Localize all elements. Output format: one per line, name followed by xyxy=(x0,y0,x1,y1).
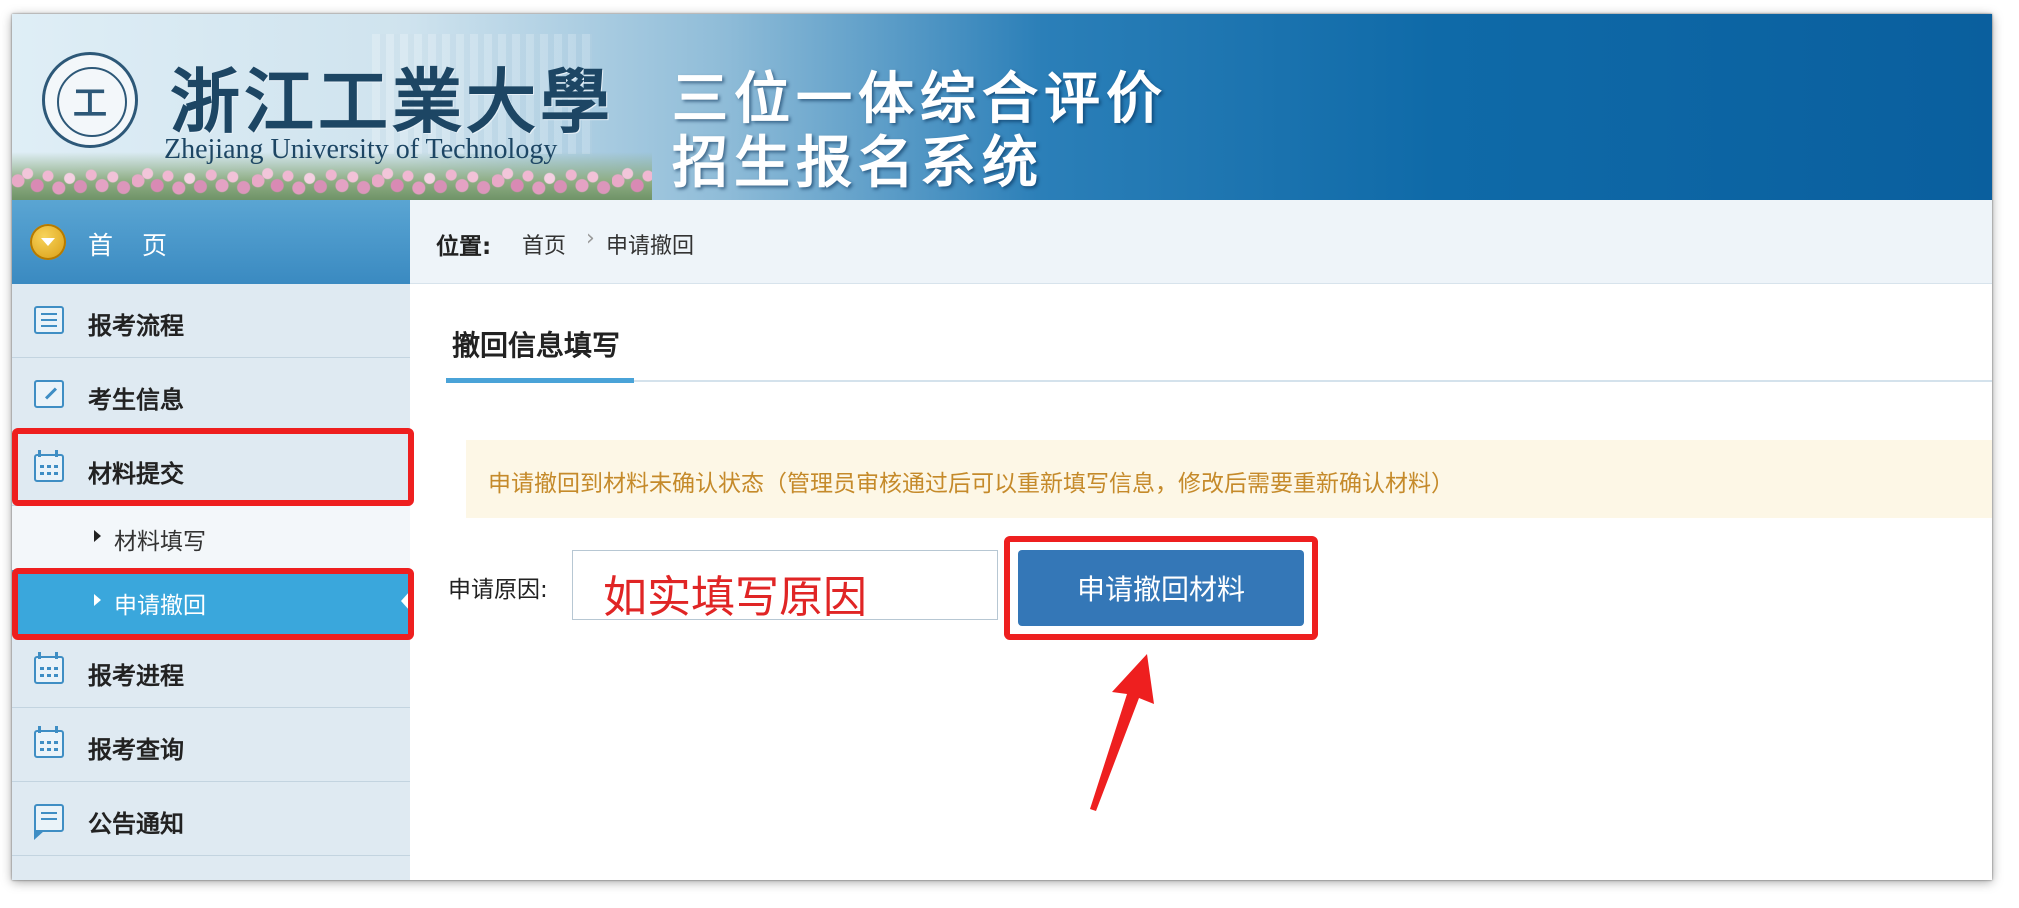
highlight-box-submit xyxy=(1004,536,1318,640)
breadcrumb-label: 位置: xyxy=(436,234,492,260)
home-dropdown-icon xyxy=(30,224,66,260)
system-title-line2: 招生报名系统 xyxy=(672,130,1044,196)
sidebar-item-progress[interactable]: 报考进程 xyxy=(12,634,410,708)
sidebar-item-candidate-info[interactable]: 考生信息 xyxy=(12,358,410,432)
university-name-cn: 浙江工業大學 xyxy=(170,60,614,143)
sidebar-item-notices[interactable]: 公告通知 xyxy=(12,782,410,856)
section-divider xyxy=(446,380,1992,382)
sidebar-item-process[interactable]: 报考流程 xyxy=(12,284,410,358)
sidebar-item-label: 考生信息 xyxy=(88,386,184,414)
list-icon xyxy=(34,306,64,334)
screenshot-frame: 工 浙江工業大學 Zhejiang University of Technolo… xyxy=(12,14,1992,880)
university-seal-logo: 工 xyxy=(42,52,138,148)
highlight-box-material-submit xyxy=(12,428,414,506)
sidebar-item-query[interactable]: 报考查询 xyxy=(12,708,410,782)
sidebar-subitem-fill-material[interactable]: 材料填写 xyxy=(12,506,410,570)
annotation-arrow-icon xyxy=(1090,654,1154,811)
sidebar-home-label: 首 页 xyxy=(88,231,170,260)
section-title: 撤回信息填写 xyxy=(452,329,621,362)
breadcrumb: 位置: 首页 › 申请撤回 xyxy=(410,200,1992,284)
notice-banner: 申请撤回到材料未确认状态（管理员审核通过后可以重新填写信息，修改后需要重新确认材… xyxy=(466,440,1992,518)
edit-icon xyxy=(34,380,64,408)
sidebar: 首 页 报考流程 考生信息 材料提交 材料填写 申请撤回 报考进程 报考查询 公… xyxy=(12,200,410,880)
reason-annotation-text: 如实填写原因 xyxy=(603,572,867,623)
highlight-box-withdraw xyxy=(12,568,414,640)
reason-input[interactable]: 如实填写原因 xyxy=(572,550,998,623)
calendar-icon xyxy=(34,652,64,684)
sidebar-item-label: 报考进程 xyxy=(88,662,184,690)
breadcrumb-separator-icon: › xyxy=(586,226,595,251)
calendar-icon xyxy=(34,726,64,758)
sidebar-home[interactable]: 首 页 xyxy=(12,200,410,284)
reason-label: 申请原因: xyxy=(448,577,548,603)
sidebar-item-label: 公告通知 xyxy=(88,810,184,838)
university-name-en: Zhejiang University of Technology xyxy=(164,134,558,165)
sidebar-item-label: 报考查询 xyxy=(88,736,184,764)
sidebar-subitem-label: 材料填写 xyxy=(114,529,206,555)
notice-text: 申请撤回到材料未确认状态（管理员审核通过后可以重新填写信息，修改后需要重新确认材… xyxy=(488,471,1454,497)
sidebar-item-label: 报考流程 xyxy=(88,312,184,340)
seal-glyph: 工 xyxy=(73,83,107,124)
chat-icon xyxy=(34,804,64,840)
section-active-underline xyxy=(446,378,634,383)
caret-right-icon xyxy=(94,530,101,542)
site-banner: 工 浙江工業大學 Zhejiang University of Technolo… xyxy=(12,14,1992,200)
breadcrumb-item-current: 申请撤回 xyxy=(606,234,695,259)
breadcrumb-item-home[interactable]: 首页 xyxy=(522,228,566,260)
